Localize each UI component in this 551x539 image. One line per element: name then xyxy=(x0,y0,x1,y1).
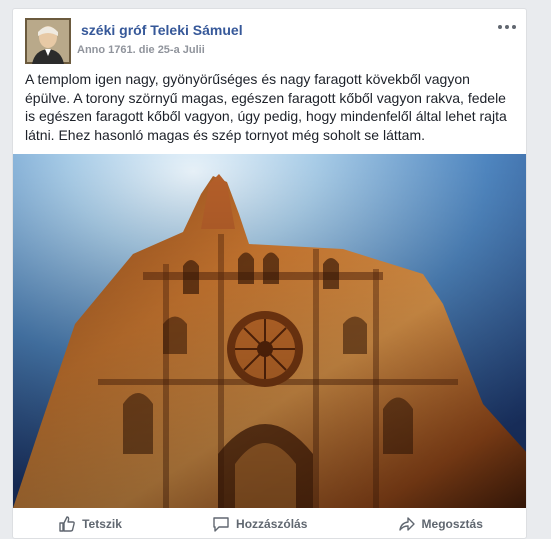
post-card: széki gróf Teleki Sámuel Anno 1761. die … xyxy=(12,8,527,539)
comment-label: Hozzászólás xyxy=(236,517,308,531)
post-text: A templom igen nagy, gyönyörűséges és na… xyxy=(25,71,507,143)
post-actions-bar: Tetszik Hozzászólás Megosztás xyxy=(13,509,526,538)
like-label: Tetszik xyxy=(82,517,122,531)
thumbs-up-icon xyxy=(59,516,75,532)
author-avatar[interactable] xyxy=(25,18,71,64)
cathedral-photo[interactable] xyxy=(13,154,526,508)
comment-button[interactable]: Hozzászólás xyxy=(212,515,307,533)
share-button[interactable]: Megosztás xyxy=(398,515,483,533)
author-name-link[interactable]: széki gróf Teleki Sámuel xyxy=(81,22,243,38)
post-date[interactable]: Anno 1761. die 25-a Julii xyxy=(77,44,205,56)
share-arrow-icon xyxy=(398,517,415,531)
speech-bubble-icon xyxy=(213,517,229,532)
more-options-icon[interactable] xyxy=(496,17,518,37)
like-button[interactable]: Tetszik xyxy=(58,515,122,533)
share-label: Megosztás xyxy=(421,517,483,531)
